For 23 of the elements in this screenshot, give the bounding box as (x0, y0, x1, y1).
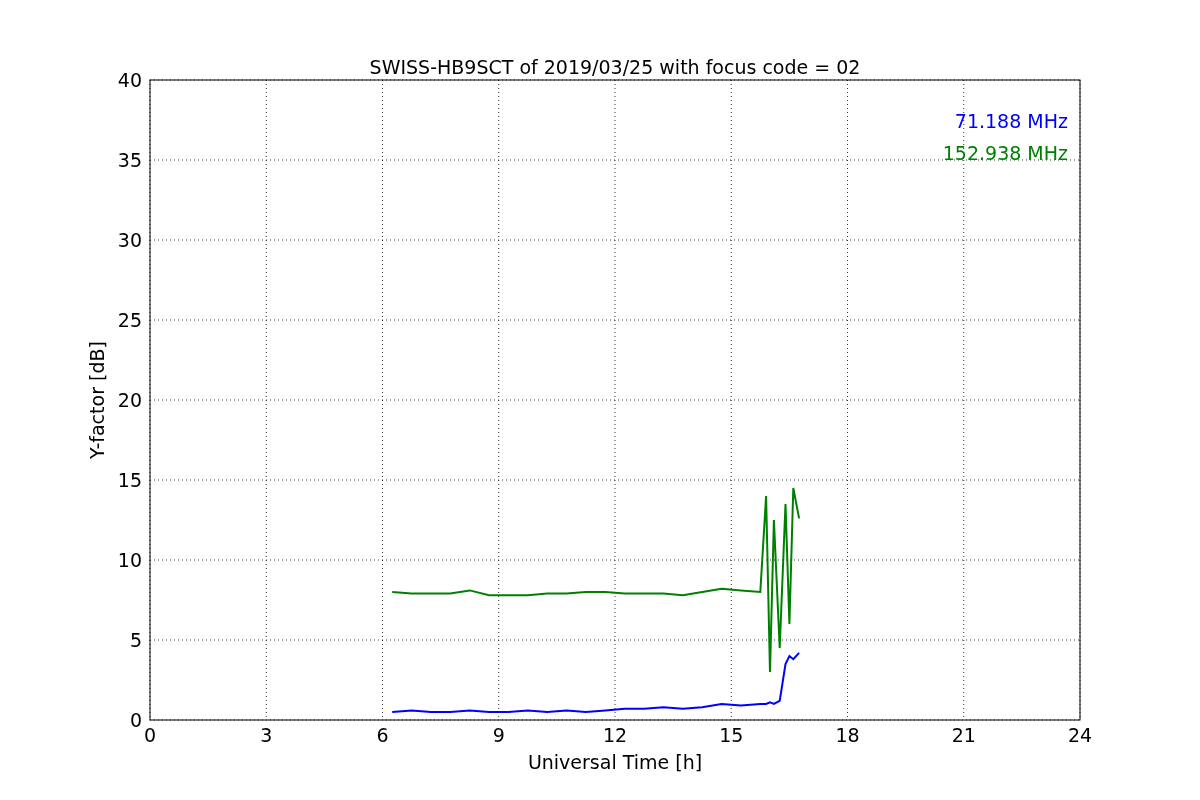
tick-label: 9 (492, 724, 505, 746)
tick-label: 6 (376, 724, 389, 746)
legend-label: 71.188 MHz (954, 110, 1068, 132)
legend-label: 152.938 MHz (942, 142, 1068, 164)
axis-label: Y-factor [dB] (86, 341, 108, 459)
tick-label: 21 (951, 724, 976, 746)
tick-label: 15 (117, 469, 142, 491)
tick-label: 5 (129, 629, 142, 651)
tick-label: 25 (117, 309, 142, 331)
axis-label: Universal Time [h] (527, 751, 703, 773)
tick-label: 40 (117, 69, 142, 91)
tick-label: 10 (117, 549, 142, 571)
tick-label: 35 (117, 149, 142, 171)
chart-title: SWISS-HB9SCT of 2019/03/25 with focus code = 02 (369, 56, 861, 78)
tick-label: 15 (719, 724, 744, 746)
tick-label: 18 (835, 724, 860, 746)
tick-label: 24 (1067, 724, 1093, 746)
tick-label: 3 (260, 724, 273, 746)
tick-label: 30 (117, 229, 142, 251)
tick-label: 12 (602, 724, 628, 746)
tick-label: 20 (117, 389, 142, 411)
tick-label: 0 (143, 724, 157, 746)
tick-label: 0 (129, 709, 142, 731)
